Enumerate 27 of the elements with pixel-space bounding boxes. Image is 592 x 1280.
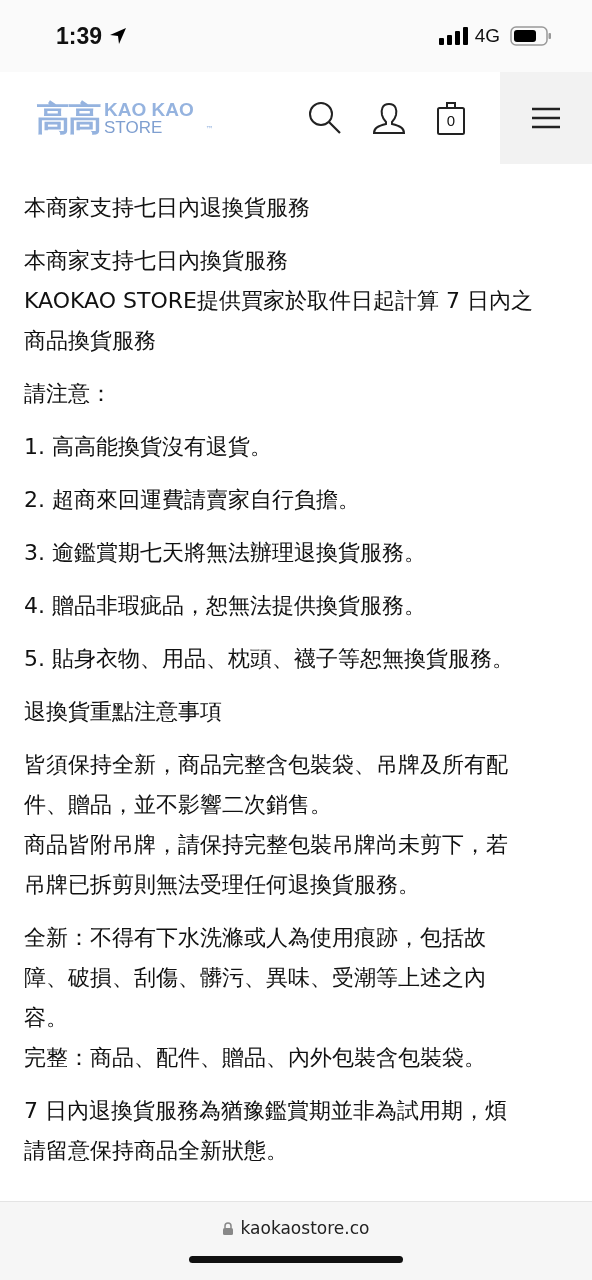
policy-paragraph: 5. 貼身衣物、用品、枕頭、襪子等恕無換貨服務。: [24, 645, 515, 673]
cart-count: 0: [445, 112, 457, 130]
policy-paragraph: 全新：不得有下水洗滌或人為使用痕跡，包括故 障、破損、刮傷、髒污、異味、受潮等上述之內 容。 完整：商品、配件、贈品、內外包裝含包裝袋。: [24, 924, 487, 1072]
policy-paragraph: 1. 高高能換貨沒有退貨。: [24, 433, 273, 461]
policy-paragraph: 退換貨重點注意事項: [24, 698, 223, 726]
trademark-mark: ™: [205, 125, 214, 134]
logo-sub-text: STORE: [104, 119, 164, 136]
network-label: 4G: [474, 25, 500, 47]
policy-paragraph: 請注意：: [24, 380, 113, 408]
user-icon[interactable]: [372, 101, 406, 135]
logo-brand-text: KAO KAO: [104, 100, 194, 119]
url-text[interactable]: kaokaostore.co: [240, 1218, 370, 1238]
policy-paragraph: 皆須保持全新，商品完整含包裝袋、吊牌及所有配 件、贈品，並不影響二次銷售。 商品皆附吊牌，請保持完整包裝吊牌尚未剪下，若 吊牌已拆剪則無法受理任何退換貨服務。: [24, 751, 509, 899]
policy-paragraph: 本商家支持七日內退換貨服務: [24, 194, 311, 222]
policy-paragraph: 2. 超商來回運費請賣家自行負擔。: [24, 486, 361, 514]
lock-icon: [222, 1221, 233, 1235]
location-arrow-icon: [108, 26, 129, 46]
logo-chinese-text: 高高: [36, 101, 100, 135]
status-time: 1:39: [56, 22, 103, 50]
policy-paragraph: 本商家支持七日內換貨服務 KAOKAO STORE提供買家於取件日起計算 7 日內之 商品換貨服務: [24, 247, 534, 355]
policy-paragraph: 7 日內退換貨服務為猶豫鑑賞期並非為試用期，煩 請留意保持商品全新狀態。: [24, 1097, 508, 1165]
search-icon[interactable]: [308, 101, 342, 135]
battery-icon: [510, 26, 552, 46]
menu-icon: [531, 106, 561, 130]
signal-icon: [438, 26, 469, 46]
policy-paragraph: 3. 逾鑑賞期七天將無法辦理退換貨服務。: [24, 539, 427, 567]
policy-paragraph: 4. 贈品非瑕疵品，恕無法提供換貨服務。: [24, 592, 427, 620]
